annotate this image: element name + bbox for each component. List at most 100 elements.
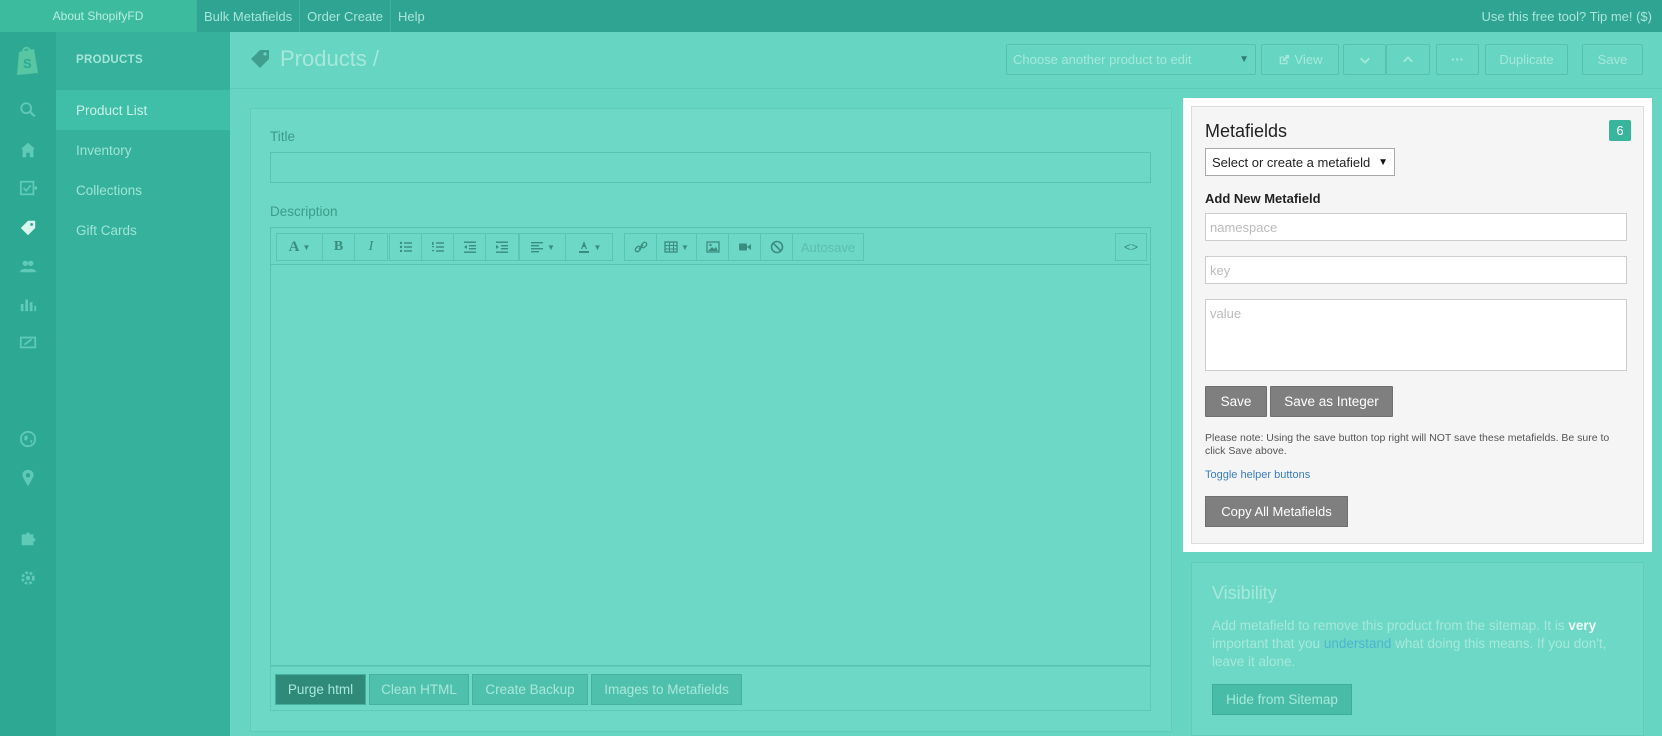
page-header: Products / Choose another product to edi…	[230, 32, 1662, 89]
choose-product-select-value: Choose another product to edit	[1013, 52, 1192, 67]
bold-button[interactable]: B	[323, 234, 355, 260]
images-to-metafields-button[interactable]: Images to Metafields	[591, 674, 742, 705]
add-metafield-heading: Add New Metafield	[1205, 191, 1321, 206]
save-as-integer-button[interactable]: Save as Integer	[1270, 386, 1393, 417]
hide-from-sitemap-button[interactable]: Hide from Sitemap	[1212, 684, 1352, 715]
more-actions-button[interactable]: ···	[1436, 44, 1479, 75]
toolbar-group-lists	[389, 233, 519, 261]
purge-html-button[interactable]: Purge html	[275, 674, 366, 705]
settings-gear-icon[interactable]	[18, 568, 38, 588]
home-icon[interactable]	[18, 140, 38, 160]
toolbar-group-insert: ▼ Autosave	[624, 233, 864, 261]
sidebar-item-collections[interactable]: Collections	[56, 170, 230, 210]
online-store-globe-icon[interactable]	[18, 429, 38, 449]
sidebar-item-gift-cards[interactable]: Gift Cards	[56, 210, 230, 250]
reports-icon[interactable]	[18, 294, 38, 314]
search-icon[interactable]	[18, 100, 38, 120]
metafield-select[interactable]: Select or create a metafield ▼	[1205, 148, 1395, 176]
visibility-description: Add metafield to remove this product fro…	[1212, 617, 1632, 671]
icon-rail: S	[0, 32, 56, 736]
top-bar: About ShopifyFD Bulk Metafields Order Cr…	[0, 0, 1662, 32]
next-product-button[interactable]	[1343, 44, 1386, 75]
chevron-down-icon	[1359, 57, 1370, 64]
indent-icon[interactable]	[486, 234, 518, 260]
description-editor[interactable]	[270, 265, 1151, 666]
sidenav-heading: PRODUCTS	[76, 54, 143, 66]
customers-icon[interactable]	[18, 256, 38, 276]
location-pin-icon[interactable]	[18, 468, 38, 488]
metafields-panel: Metafields 6 Select or create a metafiel…	[1191, 106, 1644, 544]
font-style-dropdown[interactable]: A ▼	[277, 234, 323, 260]
clear-format-icon[interactable]	[761, 234, 793, 260]
table-dropdown[interactable]: ▼	[657, 234, 697, 260]
image-icon[interactable]	[697, 234, 729, 260]
external-link-icon	[1279, 54, 1289, 64]
metafields-panel-wrapper: Metafields 6 Select or create a metafiel…	[1183, 98, 1652, 552]
visibility-card: Visibility Add metafield to remove this …	[1191, 562, 1644, 736]
title-label: Title	[270, 129, 296, 144]
visibility-text-a: Add metafield to remove this product fro…	[1212, 618, 1569, 633]
text-color-dropdown[interactable]: ▼	[566, 234, 612, 260]
orders-icon[interactable]	[18, 178, 38, 198]
sidebar-item-product-list[interactable]: Product List	[56, 90, 230, 130]
metafields-count-badge: 6	[1609, 120, 1631, 141]
toolbar-group-text: A ▼ B I	[276, 233, 388, 261]
title-input[interactable]	[270, 152, 1151, 183]
align-left-icon	[531, 242, 544, 253]
choose-product-select[interactable]: Choose another product to edit ▼	[1006, 44, 1256, 75]
products-tag-icon[interactable]	[18, 218, 38, 238]
video-camera-icon[interactable]	[729, 234, 761, 260]
toggle-helper-buttons-link[interactable]: Toggle helper buttons	[1205, 469, 1310, 481]
save-metafield-button[interactable]: Save	[1205, 386, 1267, 417]
description-label: Description	[270, 204, 338, 219]
copy-all-metafields-button[interactable]: Copy All Metafields	[1205, 496, 1348, 527]
unordered-list-icon[interactable]	[390, 234, 422, 260]
table-icon	[664, 241, 678, 253]
code-view-button[interactable]: <>	[1116, 234, 1146, 260]
about-shopifyfd-link[interactable]: About ShopifyFD	[0, 0, 196, 32]
namespace-input[interactable]: namespace	[1205, 213, 1627, 241]
create-backup-button[interactable]: Create Backup	[472, 674, 588, 705]
tag-icon	[251, 50, 269, 68]
product-form-card: Title Description A ▼ B I ▼ ▼ ▼ Autosave…	[250, 108, 1172, 732]
sidebar-item-inventory[interactable]: Inventory	[56, 130, 230, 170]
page-title: Products /	[250, 46, 379, 72]
outdent-icon[interactable]	[454, 234, 486, 260]
view-button[interactable]: View	[1261, 44, 1339, 75]
bulk-metafields-link[interactable]: Bulk Metafields	[196, 0, 299, 32]
font-color-icon	[578, 241, 589, 253]
visibility-text-b: important that you	[1212, 636, 1324, 651]
link-icon[interactable]	[625, 234, 657, 260]
ordered-list-icon[interactable]	[422, 234, 454, 260]
duplicate-button[interactable]: Duplicate	[1485, 44, 1568, 75]
visibility-title: Visibility	[1212, 583, 1277, 603]
editor-actions-bar: Purge html Clean HTML Create Backup Imag…	[270, 666, 1151, 711]
svg-text:S: S	[23, 56, 32, 71]
products-sidenav: PRODUCTS Product List Inventory Collecti…	[56, 32, 230, 736]
order-create-link[interactable]: Order Create	[299, 0, 390, 32]
save-product-button[interactable]: Save	[1582, 44, 1643, 75]
italic-button[interactable]: I	[355, 234, 387, 260]
clean-html-button[interactable]: Clean HTML	[369, 674, 469, 705]
tip-link[interactable]: Use this free tool? Tip me! ($)	[1481, 0, 1652, 32]
apps-puzzle-icon[interactable]	[18, 528, 38, 548]
discounts-icon[interactable]	[18, 332, 38, 352]
toolbar-group-code: <>	[1115, 233, 1147, 261]
understand-link[interactable]: understand	[1324, 636, 1392, 651]
metafields-title: Metafields	[1205, 121, 1288, 141]
visibility-text-bold: very	[1568, 618, 1597, 633]
value-textarea[interactable]: value	[1205, 299, 1627, 371]
view-button-label: View	[1294, 52, 1323, 67]
metafield-select-value: Select or create a metafield	[1212, 154, 1371, 170]
shopify-logo-icon[interactable]: S	[14, 44, 42, 76]
editor-toolbar: A ▼ B I ▼ ▼ ▼ Autosave <>	[270, 227, 1151, 265]
chevron-up-icon	[1403, 55, 1413, 62]
align-dropdown[interactable]: ▼	[520, 234, 566, 260]
autosave-button[interactable]: Autosave	[793, 234, 863, 260]
key-input[interactable]: key	[1205, 256, 1627, 284]
chevron-down-icon: ▼	[1378, 156, 1388, 168]
toolbar-group-align: ▼ ▼	[519, 233, 613, 261]
previous-product-button[interactable]	[1386, 44, 1430, 75]
help-link[interactable]: Help	[390, 0, 432, 32]
metafields-note: Please note: Using the save button top r…	[1205, 432, 1610, 457]
